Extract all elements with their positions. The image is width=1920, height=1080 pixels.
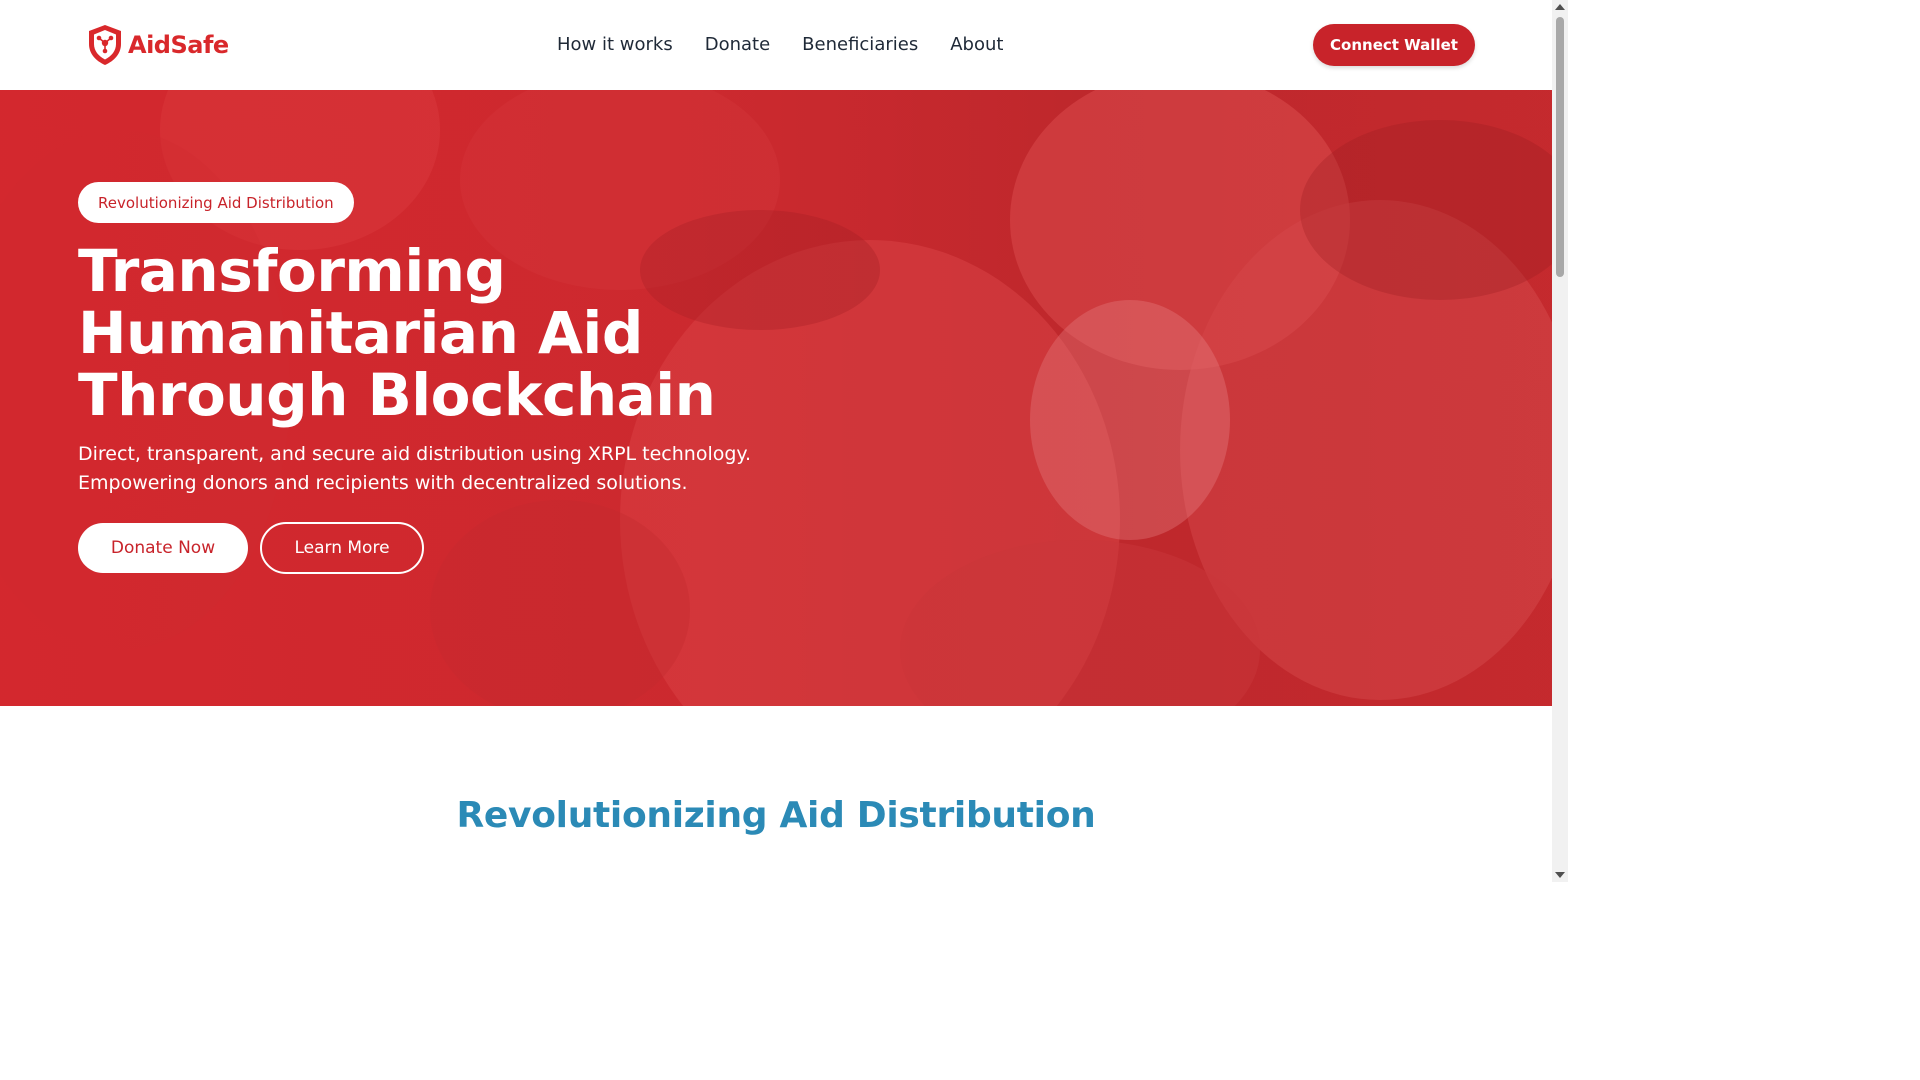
hero-badge: Revolutionizing Aid Distribution [78, 182, 354, 223]
nav-beneficiaries[interactable]: Beneficiaries [802, 33, 918, 57]
nav-about[interactable]: About [950, 33, 1003, 57]
shield-network-icon [89, 25, 121, 65]
page-scrollbar[interactable] [1552, 0, 1568, 882]
hero-title: Transforming Humanitarian Aid Through Bl… [78, 240, 838, 426]
hero-subtitle-line: Direct, transparent, and secure aid dist… [78, 443, 751, 465]
brand-name: AidSafe [128, 31, 229, 59]
brand-logo[interactable]: AidSafe [86, 24, 229, 66]
hero-title-line: Humanitarian Aid [78, 299, 643, 367]
hero-actions: Donate Now Learn More [78, 522, 838, 574]
site-header: AidSafe How it works Donate Beneficiarie… [0, 0, 1552, 90]
hero-subtitle: Direct, transparent, and secure aid dist… [78, 440, 838, 498]
learn-more-button[interactable]: Learn More [260, 522, 424, 574]
scroll-up-arrow-icon[interactable] [1555, 4, 1565, 10]
hero-title-line: Transforming [78, 237, 506, 305]
main-nav: How it works Donate Beneficiaries About [557, 33, 1035, 57]
donate-now-button[interactable]: Donate Now [78, 523, 248, 573]
section-title: Revolutionizing Aid Distribution [456, 795, 1096, 836]
scroll-down-arrow-icon[interactable] [1555, 872, 1565, 878]
hero-section: Revolutionizing Aid Distribution Transfo… [0, 90, 1552, 706]
connect-wallet-button[interactable]: Connect Wallet [1313, 24, 1475, 66]
nav-donate[interactable]: Donate [705, 33, 770, 57]
hero-subtitle-line: Empowering donors and recipients with de… [78, 472, 688, 494]
scroll-thumb[interactable] [1556, 17, 1564, 277]
hero-title-line: Through Blockchain [78, 361, 716, 429]
hero-content: Revolutionizing Aid Distribution Transfo… [78, 182, 838, 574]
nav-how-it-works[interactable]: How it works [557, 33, 673, 57]
